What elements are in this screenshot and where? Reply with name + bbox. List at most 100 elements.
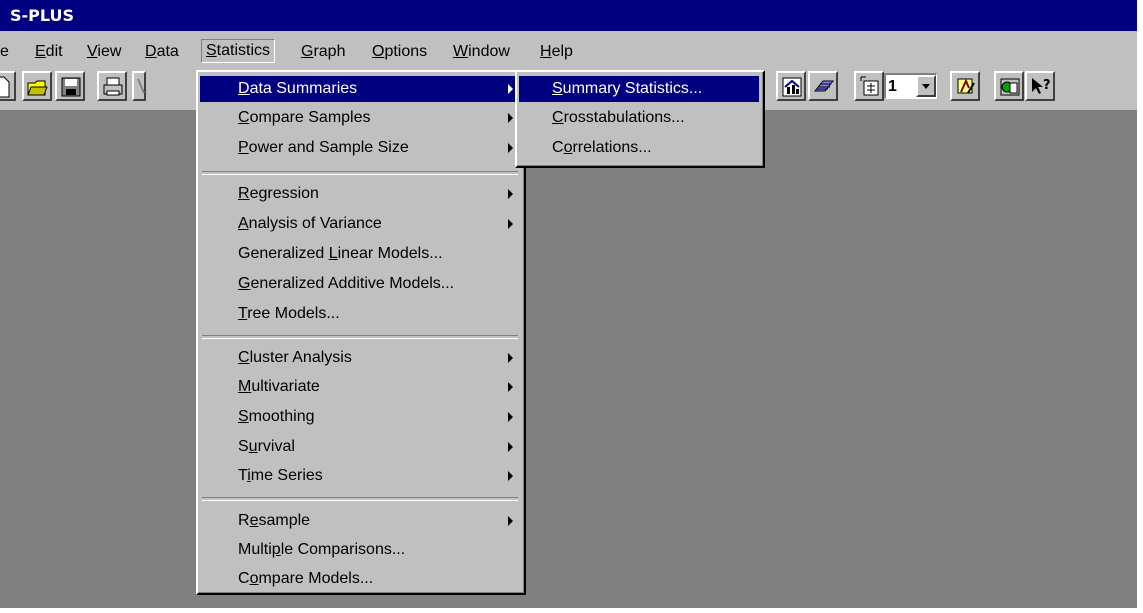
menu-item-label: Generalized Linear Models... xyxy=(238,241,443,267)
menu-item-resample[interactable]: Resample xyxy=(200,508,520,534)
menu-graph-key: G xyxy=(301,43,314,60)
label-key: S xyxy=(238,408,249,425)
menu-item-power-sample-size[interactable]: Power and Sample Size xyxy=(200,135,520,161)
menu-file-label: e xyxy=(0,43,9,60)
properties-button[interactable] xyxy=(950,71,980,101)
label-post: mpare Models... xyxy=(258,570,374,587)
menu-item-multiple-comparisons[interactable]: Multiple Comparisons... xyxy=(200,537,520,563)
label-post: inear Models... xyxy=(337,245,443,262)
graph-page-button[interactable] xyxy=(854,71,884,101)
menu-item-label: Smoothing xyxy=(238,404,315,430)
label-post: le Comparisons... xyxy=(280,541,406,558)
cut-icon xyxy=(137,78,145,94)
menu-item-label: Compare Models... xyxy=(238,566,373,592)
help-pointer-button[interactable]: ? xyxy=(1025,71,1055,101)
label-post: eneralized Additive Models... xyxy=(250,275,455,292)
menu-item-tree-models[interactable]: Tree Models... xyxy=(200,301,520,327)
menu-item-glm[interactable]: Generalized Linear Models... xyxy=(200,241,520,267)
menu-edit-key: E xyxy=(35,43,46,60)
chart-gallery-button[interactable] xyxy=(776,71,806,101)
label-post: ata Summaries xyxy=(249,80,358,97)
menu-item-label: Tree Models... xyxy=(238,301,340,327)
menu-options[interactable]: Options xyxy=(372,41,427,63)
label-key: p xyxy=(271,541,281,558)
graph-page-icon xyxy=(860,76,879,96)
menu-view-label: iew xyxy=(97,43,122,60)
combo-dropdown-button[interactable] xyxy=(916,75,936,97)
menu-view[interactable]: View xyxy=(87,41,121,63)
menu-file-partial[interactable]: e xyxy=(0,41,9,63)
help-pointer-icon: ? xyxy=(1032,78,1051,94)
menu-item-label: Multiple Comparisons... xyxy=(238,537,405,563)
open-button[interactable] xyxy=(22,71,52,101)
3d-plot-button[interactable] xyxy=(808,71,838,101)
menu-edit-label: dit xyxy=(45,43,63,60)
label-key: u xyxy=(248,438,258,455)
page-number-combo[interactable]: 1 xyxy=(884,73,937,99)
label-post: rvival xyxy=(257,438,295,455)
label-pre: S xyxy=(238,438,249,455)
menu-statistics-label: tatistics xyxy=(216,42,271,59)
menu-statistics[interactable]: Statistics xyxy=(201,39,276,63)
menu-edit[interactable]: Edit xyxy=(35,41,63,63)
submenu-arrow-icon xyxy=(508,113,513,123)
menu-item-label: Crosstabulations... xyxy=(552,105,685,131)
menu-item-gam[interactable]: Generalized Additive Models... xyxy=(200,271,520,297)
submenu-arrow-icon xyxy=(508,219,513,229)
submenu-item-crosstabulations[interactable]: Crosstabulations... xyxy=(519,105,759,131)
menu-item-data-summaries[interactable]: Data Summaries xyxy=(200,76,520,102)
properties-icon xyxy=(957,78,975,94)
label-post: ummary Statistics... xyxy=(562,80,703,97)
label-pre: Multi xyxy=(238,541,272,558)
label-key: C xyxy=(238,109,250,126)
workspace-area xyxy=(0,111,1137,608)
label-key: L xyxy=(328,245,338,262)
menu-item-multivariate[interactable]: Multivariate xyxy=(200,374,520,400)
svg-text:?: ? xyxy=(1043,78,1051,93)
menu-data[interactable]: Data xyxy=(145,41,179,63)
menu-data-label: ata xyxy=(156,43,179,60)
submenu-item-summary-statistics[interactable]: Summary Statistics... xyxy=(519,76,759,102)
print-button[interactable] xyxy=(97,71,127,101)
menu-item-label: Correlations... xyxy=(552,135,652,161)
menu-help[interactable]: Help xyxy=(540,41,573,63)
menu-window[interactable]: Window xyxy=(453,41,510,63)
label-pre: C xyxy=(552,139,564,156)
menu-help-label: elp xyxy=(551,43,573,60)
menu-data-key: D xyxy=(145,43,157,60)
label-post: ower and Sample Size xyxy=(248,139,409,156)
menu-statistics-key: S xyxy=(206,42,217,59)
menu-item-smoothing[interactable]: Smoothing xyxy=(200,404,520,430)
menu-item-regression[interactable]: Regression xyxy=(200,181,520,207)
menu-item-label: Multivariate xyxy=(238,374,320,400)
menu-item-compare-samples[interactable]: Compare Samples xyxy=(200,105,520,131)
statistics-menu: Data Summaries Compare Samples Power and… xyxy=(196,70,526,595)
menu-item-survival[interactable]: Survival xyxy=(200,434,520,460)
submenu-arrow-icon xyxy=(508,412,513,422)
label-pre: R xyxy=(238,512,250,529)
label-post: ompare Samples xyxy=(249,109,371,126)
app-window: S-PLUS e Edit View Data Statistics Graph… xyxy=(0,0,1137,608)
new-button[interactable] xyxy=(0,71,16,101)
label-pre: Generalized xyxy=(238,245,329,262)
menu-item-anova[interactable]: Analysis of Variance xyxy=(200,211,520,237)
menu-item-compare-models[interactable]: Compare Models... xyxy=(200,566,520,592)
menu-item-time-series[interactable]: Time Series xyxy=(200,463,520,489)
menu-item-label: Analysis of Variance xyxy=(238,211,382,237)
graph-sheet-icon xyxy=(1000,78,1020,96)
graph-sheet-button[interactable] xyxy=(994,71,1024,101)
save-button[interactable] xyxy=(55,71,85,101)
menu-graph[interactable]: Graph xyxy=(301,41,345,63)
label-post: rrelations... xyxy=(572,139,652,156)
label-key: S xyxy=(552,80,563,97)
label-pre: C xyxy=(238,570,250,587)
menu-item-label: Data Summaries xyxy=(238,76,357,102)
submenu-arrow-icon xyxy=(508,382,513,392)
chart-gallery-icon xyxy=(782,77,802,97)
cut-button[interactable] xyxy=(132,71,146,101)
label-post: ultivariate xyxy=(251,378,320,395)
submenu-item-correlations[interactable]: Correlations... xyxy=(519,135,759,161)
menu-item-cluster-analysis[interactable]: Cluster Analysis xyxy=(200,345,520,371)
submenu-arrow-icon xyxy=(508,189,513,199)
menu-window-label: indow xyxy=(468,43,510,60)
